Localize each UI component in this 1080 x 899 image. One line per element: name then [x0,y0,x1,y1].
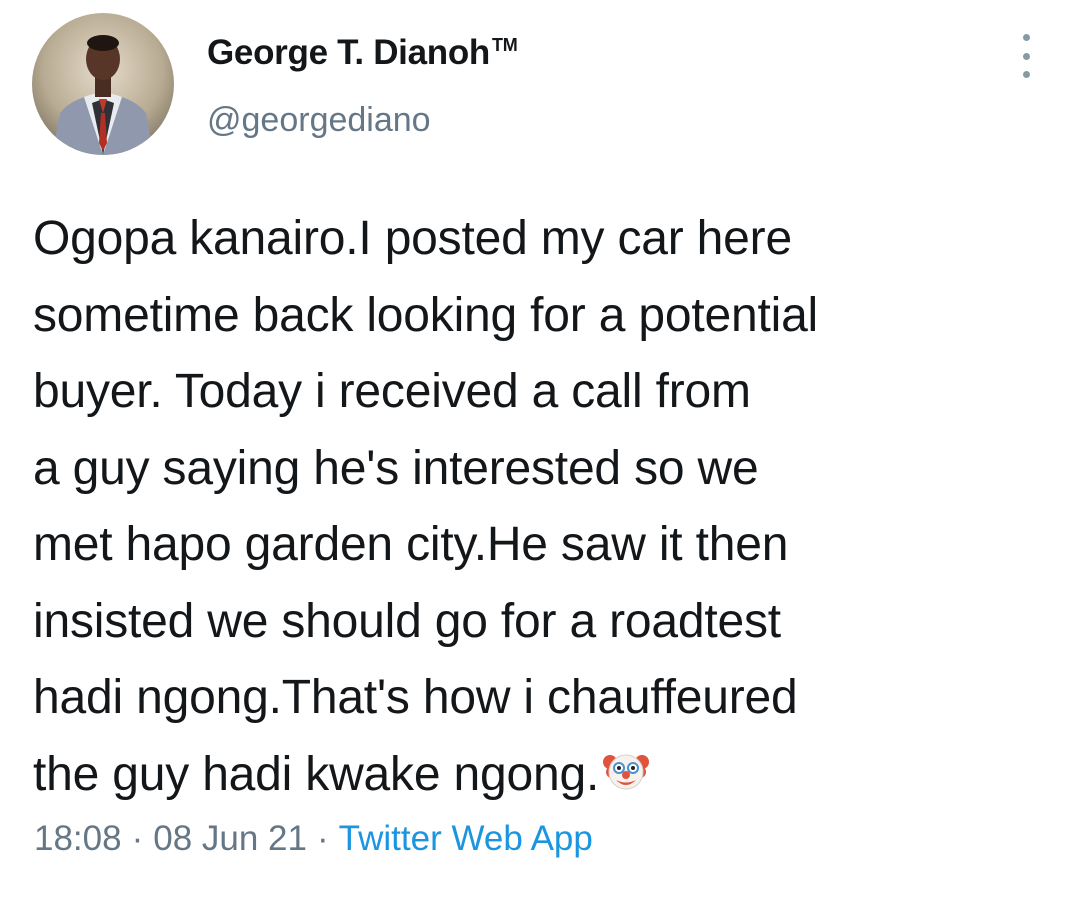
more-options-button[interactable] [1012,34,1040,78]
user-handle[interactable]: @georgediano [207,101,431,140]
tweet-time[interactable]: 18:08 [34,819,122,858]
avatar-photo-icon [32,13,174,155]
tweet-line: hadi ngong.That's how i chauffeured [33,671,798,724]
tweet-line-text: the guy hadi kwake ngong. [33,747,600,801]
tweet-meta: 18:08 · 08 Jun 21 · Twitter Web App [34,819,593,859]
tweet-text: Ogopa kanairo.I posted my car here somet… [33,201,1063,813]
clown-face-emoji-icon [603,754,650,789]
tweet-line-last: the guy hadi kwake ngong. [33,737,1063,814]
meta-separator: · [131,819,144,858]
tweet-line: Ogopa kanairo.I posted my car here [33,212,792,265]
avatar[interactable] [32,13,174,155]
tweet-line: sometime back looking for a potential [33,288,819,342]
tweet-line: met hapo garden city.He saw it then [33,518,789,571]
tweet-date[interactable]: 08 Jun 21 [153,819,307,858]
tweet-line: a guy saying he's interested so we [33,441,759,495]
trademark-mark: TM [492,35,518,55]
tweet-line: buyer. Today i received a call from [33,365,751,418]
vertical-ellipsis-icon-dot [1022,71,1030,78]
tweet-source-link[interactable]: Twitter Web App [339,819,593,858]
vertical-ellipsis-icon-dot [1022,34,1030,41]
vertical-ellipsis-icon-dot [1022,52,1030,60]
display-name[interactable]: George T. Dianoh TM [207,33,518,73]
tweet-line: insisted we should go for a roadtest [33,594,781,648]
display-name-text: George T. Dianoh [207,33,491,72]
tweet-card: George T. Dianoh TM @georgediano Ogopa ka… [0,0,1080,899]
meta-separator: · [317,819,329,858]
